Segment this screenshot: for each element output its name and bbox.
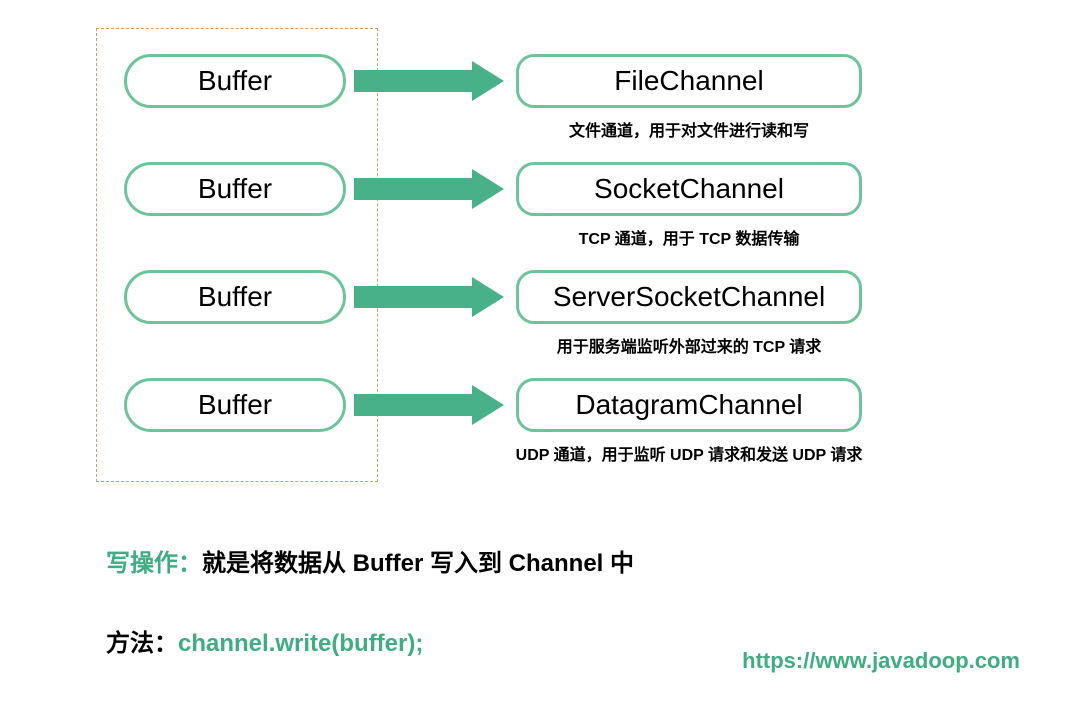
buffer-box: Buffer <box>124 162 346 216</box>
arrow-right <box>354 169 504 209</box>
arrow-head-icon <box>472 61 504 101</box>
write-operation-line: 写操作：就是将数据从 Buffer 写入到 Channel 中 <box>106 543 634 578</box>
channel-box: DatagramChannel <box>516 378 862 432</box>
arrow-head-icon <box>472 277 504 317</box>
channel-desc: 用于服务端监听外部过来的 TCP 请求 <box>509 333 869 357</box>
channel-label: SocketChannel <box>594 173 784 205</box>
buffer-box: Buffer <box>124 270 346 324</box>
arrow-shaft <box>354 394 472 416</box>
channel-label: FileChannel <box>614 65 763 97</box>
diagram-canvas: Buffer FileChannel 文件通道，用于对文件进行读和写 Buffe… <box>0 0 1084 704</box>
write-operation-text: 就是将数据从 Buffer 写入到 Channel 中 <box>202 550 634 577</box>
arrow-right <box>354 277 504 317</box>
arrow-right <box>354 385 504 425</box>
buffer-label: Buffer <box>198 65 272 97</box>
channel-box: FileChannel <box>516 54 862 108</box>
method-text: channel.write(buffer); <box>178 630 423 657</box>
buffer-label: Buffer <box>198 281 272 313</box>
method-label: 方法： <box>106 630 178 657</box>
arrow-shaft <box>354 70 472 92</box>
method-line: 方法：channel.write(buffer); <box>106 623 423 658</box>
buffer-box: Buffer <box>124 378 346 432</box>
buffer-label: Buffer <box>198 173 272 205</box>
footer-url: https://www.javadoop.com <box>742 648 1020 674</box>
channel-desc: UDP 通道，用于监听 UDP 请求和发送 UDP 请求 <box>489 441 889 465</box>
channel-label: ServerSocketChannel <box>553 281 825 313</box>
arrow-head-icon <box>472 385 504 425</box>
write-operation-label: 写操作： <box>106 550 202 577</box>
arrow-right <box>354 61 504 101</box>
arrow-shaft <box>354 286 472 308</box>
channel-box: ServerSocketChannel <box>516 270 862 324</box>
channel-desc: 文件通道，用于对文件进行读和写 <box>509 117 869 141</box>
channel-desc: TCP 通道，用于 TCP 数据传输 <box>509 225 869 249</box>
channel-label: DatagramChannel <box>575 389 802 421</box>
channel-box: SocketChannel <box>516 162 862 216</box>
buffer-label: Buffer <box>198 389 272 421</box>
buffer-box: Buffer <box>124 54 346 108</box>
arrow-head-icon <box>472 169 504 209</box>
arrow-shaft <box>354 178 472 200</box>
